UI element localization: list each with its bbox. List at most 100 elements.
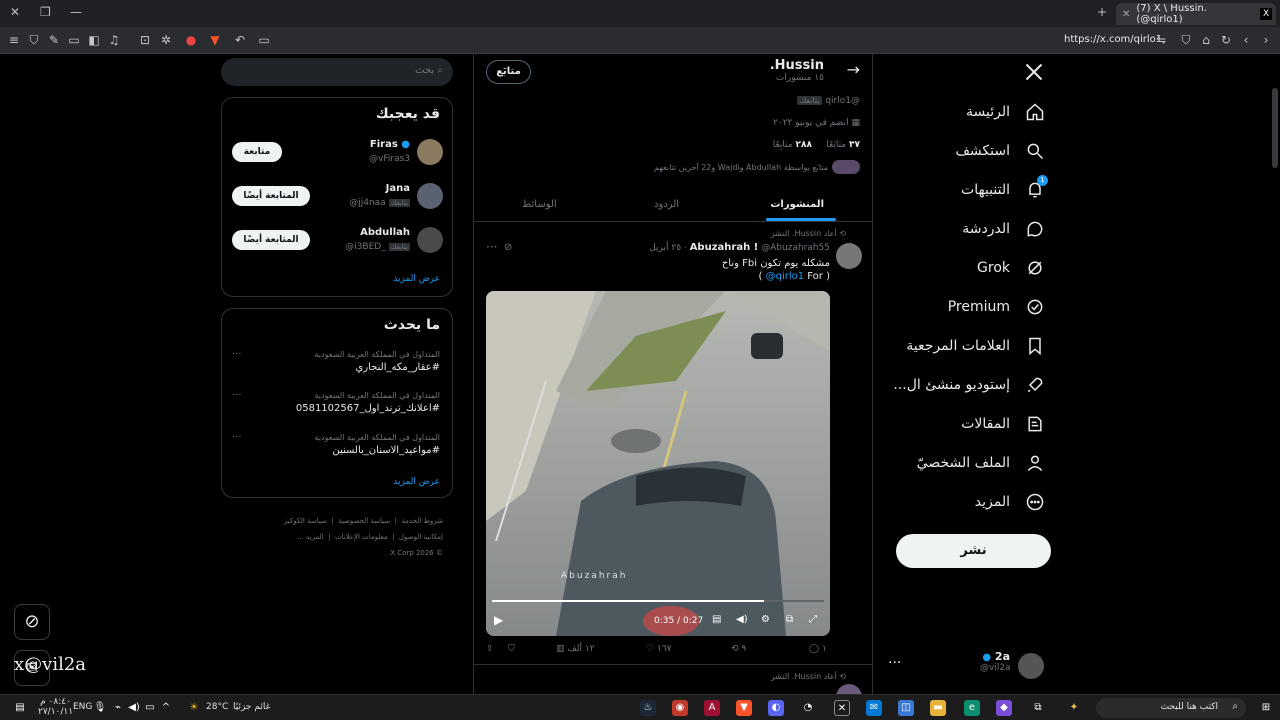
trend-more-icon-3[interactable]: ··· (232, 432, 242, 443)
notifications-icon[interactable]: ▤ (12, 700, 28, 716)
extension-icon[interactable]: ✲ (158, 32, 174, 48)
undo-icon[interactable]: ↶ (232, 32, 248, 48)
sidebar-item-bell[interactable]: 1 التنبيهات (961, 175, 1048, 205)
screenshot-icon[interactable]: ⊡ (137, 32, 153, 48)
footer-ads-info[interactable]: معلومات الإعلانات (335, 533, 388, 541)
popout-icon[interactable]: ⧉ (786, 614, 793, 625)
grok-post-icon[interactable]: ⊘ (504, 242, 512, 253)
sidebar-item-profile[interactable]: الملف الشخصيّ (917, 448, 1046, 478)
taskbar-search[interactable]: اكتب هنا للبحث ⌕ (1096, 698, 1246, 718)
user-name-abdullah[interactable]: Abdullah (360, 227, 410, 238)
tab-posts[interactable]: المنشورات (770, 199, 824, 210)
footer-privacy[interactable]: سياسة الخصوصية (338, 517, 390, 525)
app-x-icon[interactable]: ✕ (834, 700, 850, 716)
post-mention[interactable]: @qirlo1 (766, 271, 805, 282)
tab-close-icon[interactable]: ✕ (1122, 9, 1130, 20)
user-avatar-firas[interactable] (417, 139, 443, 165)
app-circle-icon[interactable]: ◔ (800, 700, 816, 716)
post-author-avatar[interactable] (836, 243, 862, 269)
restore-window-icon[interactable]: ❐ (40, 5, 51, 19)
browser-tab-active[interactable]: ✕ (7) X \ Hussin. (@qirlo1) X (1116, 3, 1276, 25)
task-view-icon[interactable]: ⧉ (1030, 700, 1046, 716)
trend-more-icon-1[interactable]: ··· (232, 349, 242, 360)
following-button[interactable]: متابَع (486, 60, 531, 84)
search-box[interactable]: ⌕ بحث (221, 58, 453, 86)
volume-tray-icon[interactable]: ◀) (126, 700, 142, 716)
like-action[interactable]: ♡ ١٦٧ (646, 644, 671, 654)
edge-icon[interactable]: e (964, 700, 980, 716)
video-progress-track[interactable] (492, 600, 824, 602)
new-tab-icon[interactable]: + (1097, 5, 1107, 19)
address-bar[interactable]: https://x.com/qirlo1 (1064, 34, 1162, 45)
views-action[interactable]: ▥ ١٢ ألف (556, 644, 594, 654)
minimize-window-icon[interactable]: — (70, 5, 82, 19)
tab-media[interactable]: الوسائط (522, 199, 557, 210)
back-arrow-icon[interactable]: → (847, 60, 860, 79)
brave-shield-icon[interactable]: ▼ (207, 32, 223, 48)
footer-cookies[interactable]: سياسة الكوكيز (284, 517, 327, 525)
settings-icon[interactable]: ⚙ (761, 614, 770, 625)
sidebar-item-premium[interactable]: Premium (948, 292, 1046, 322)
back-icon[interactable]: › (1258, 32, 1274, 48)
sidebar-icon[interactable]: ◧ (86, 32, 102, 48)
footer-accessibility[interactable]: إمكانية الوصول (399, 533, 443, 541)
user-name-jana[interactable]: Jana (386, 183, 410, 194)
home-browser-icon[interactable]: ⌂ (1198, 32, 1214, 48)
user-avatar-abdullah[interactable] (417, 227, 443, 253)
pin-icon[interactable]: ✎ (46, 32, 62, 48)
app-a-icon[interactable]: A (704, 700, 720, 716)
post-video[interactable]: Abuzahrah ▶ 0:35 / 0:27 ▤ ◀) ⚙ ⧉ ⤢ (486, 291, 830, 636)
share-icon[interactable]: ⇪ (486, 644, 494, 654)
play-icon[interactable]: ▶ (494, 613, 503, 627)
cast-icon[interactable]: ▭ (256, 32, 272, 48)
trend-tag-3[interactable]: #مواعيد_الاسنان_بالسنين (332, 445, 440, 456)
language-indicator[interactable]: ENG (73, 702, 92, 712)
user-name-firas[interactable]: ● Firas (370, 139, 410, 150)
app-red-icon[interactable]: ◉ (672, 700, 688, 716)
discord-icon[interactable]: ◐ (768, 700, 784, 716)
show-more-trends[interactable]: عرض المزيد (393, 477, 440, 487)
bookmark-page-icon[interactable]: ⛉ (1178, 32, 1194, 48)
battery-icon[interactable]: ▭ (142, 700, 158, 716)
forward-icon[interactable]: ‹ (1238, 32, 1254, 48)
tray-chevron-icon[interactable]: ^ (158, 700, 174, 716)
followers-label[interactable]: متابِعًا (773, 140, 793, 150)
captions-icon[interactable]: ▤ (712, 614, 721, 625)
copilot-icon[interactable]: ◆ (996, 700, 1012, 716)
followed-by-text[interactable]: متابَع بواسطة Abdullah وWajdi و22 آخرين … (654, 163, 828, 172)
user-avatar-jana[interactable] (417, 183, 443, 209)
menu-icon[interactable]: ≡ (6, 32, 22, 48)
footer-terms[interactable]: شروط الخدمة (401, 517, 443, 525)
following-count[interactable]: ٣٧ (849, 140, 860, 150)
steam-icon[interactable]: ♨ (640, 700, 656, 716)
post2-author-avatar[interactable] (836, 684, 862, 694)
footer-more[interactable]: المزيد ... (297, 533, 324, 541)
page-scrollbar[interactable] (1272, 88, 1278, 168)
mic-icon[interactable]: 🎙 (92, 700, 108, 716)
network-icon[interactable]: ⌁ (110, 700, 126, 716)
trend-tag-1[interactable]: #عقار_مكه_النجاري (355, 362, 440, 373)
follow-back-button-abdullah[interactable]: المتابعة أيضًا (232, 230, 310, 250)
post-date[interactable]: ٢٥ أبريل (649, 243, 681, 253)
mail-icon[interactable]: ✉ (866, 700, 882, 716)
shield-icon[interactable]: ⛉ (26, 32, 42, 48)
window-icon[interactable]: ▭ (66, 32, 82, 48)
close-window-icon[interactable]: ✕ (10, 5, 20, 19)
post-more-icon[interactable]: ··· (486, 240, 497, 254)
trend-more-icon-2[interactable]: ··· (232, 390, 242, 401)
tab-replies[interactable]: الردود (654, 199, 679, 210)
sidebar-item-bookmark[interactable]: العلامات المرجعية (906, 331, 1046, 361)
sidebar-item-article[interactable]: المقالات (961, 409, 1046, 439)
trend-tag-2[interactable]: #اعلانك_ترند_اول_0581102567 (296, 403, 440, 414)
store-icon[interactable]: ◫ (898, 700, 914, 716)
account-more-icon[interactable]: ··· (888, 655, 901, 671)
grok-float-button[interactable]: ⊘ (14, 604, 50, 640)
show-more-follow[interactable]: عرض المزيد (393, 274, 440, 284)
clock[interactable]: ٠٨:٤٠ م ٢٧/١٠/١١ (38, 697, 73, 717)
following-label[interactable]: متابَعًا (826, 140, 846, 150)
post-author-handle[interactable]: @Abuzahrah55 (761, 243, 830, 253)
volume-icon[interactable]: ◀) (736, 614, 748, 625)
post-button[interactable]: نشر (896, 534, 1051, 568)
sidebar-item-search[interactable]: استكشف (955, 136, 1046, 166)
post-author-name[interactable]: Abuzahrah ! (690, 242, 759, 253)
